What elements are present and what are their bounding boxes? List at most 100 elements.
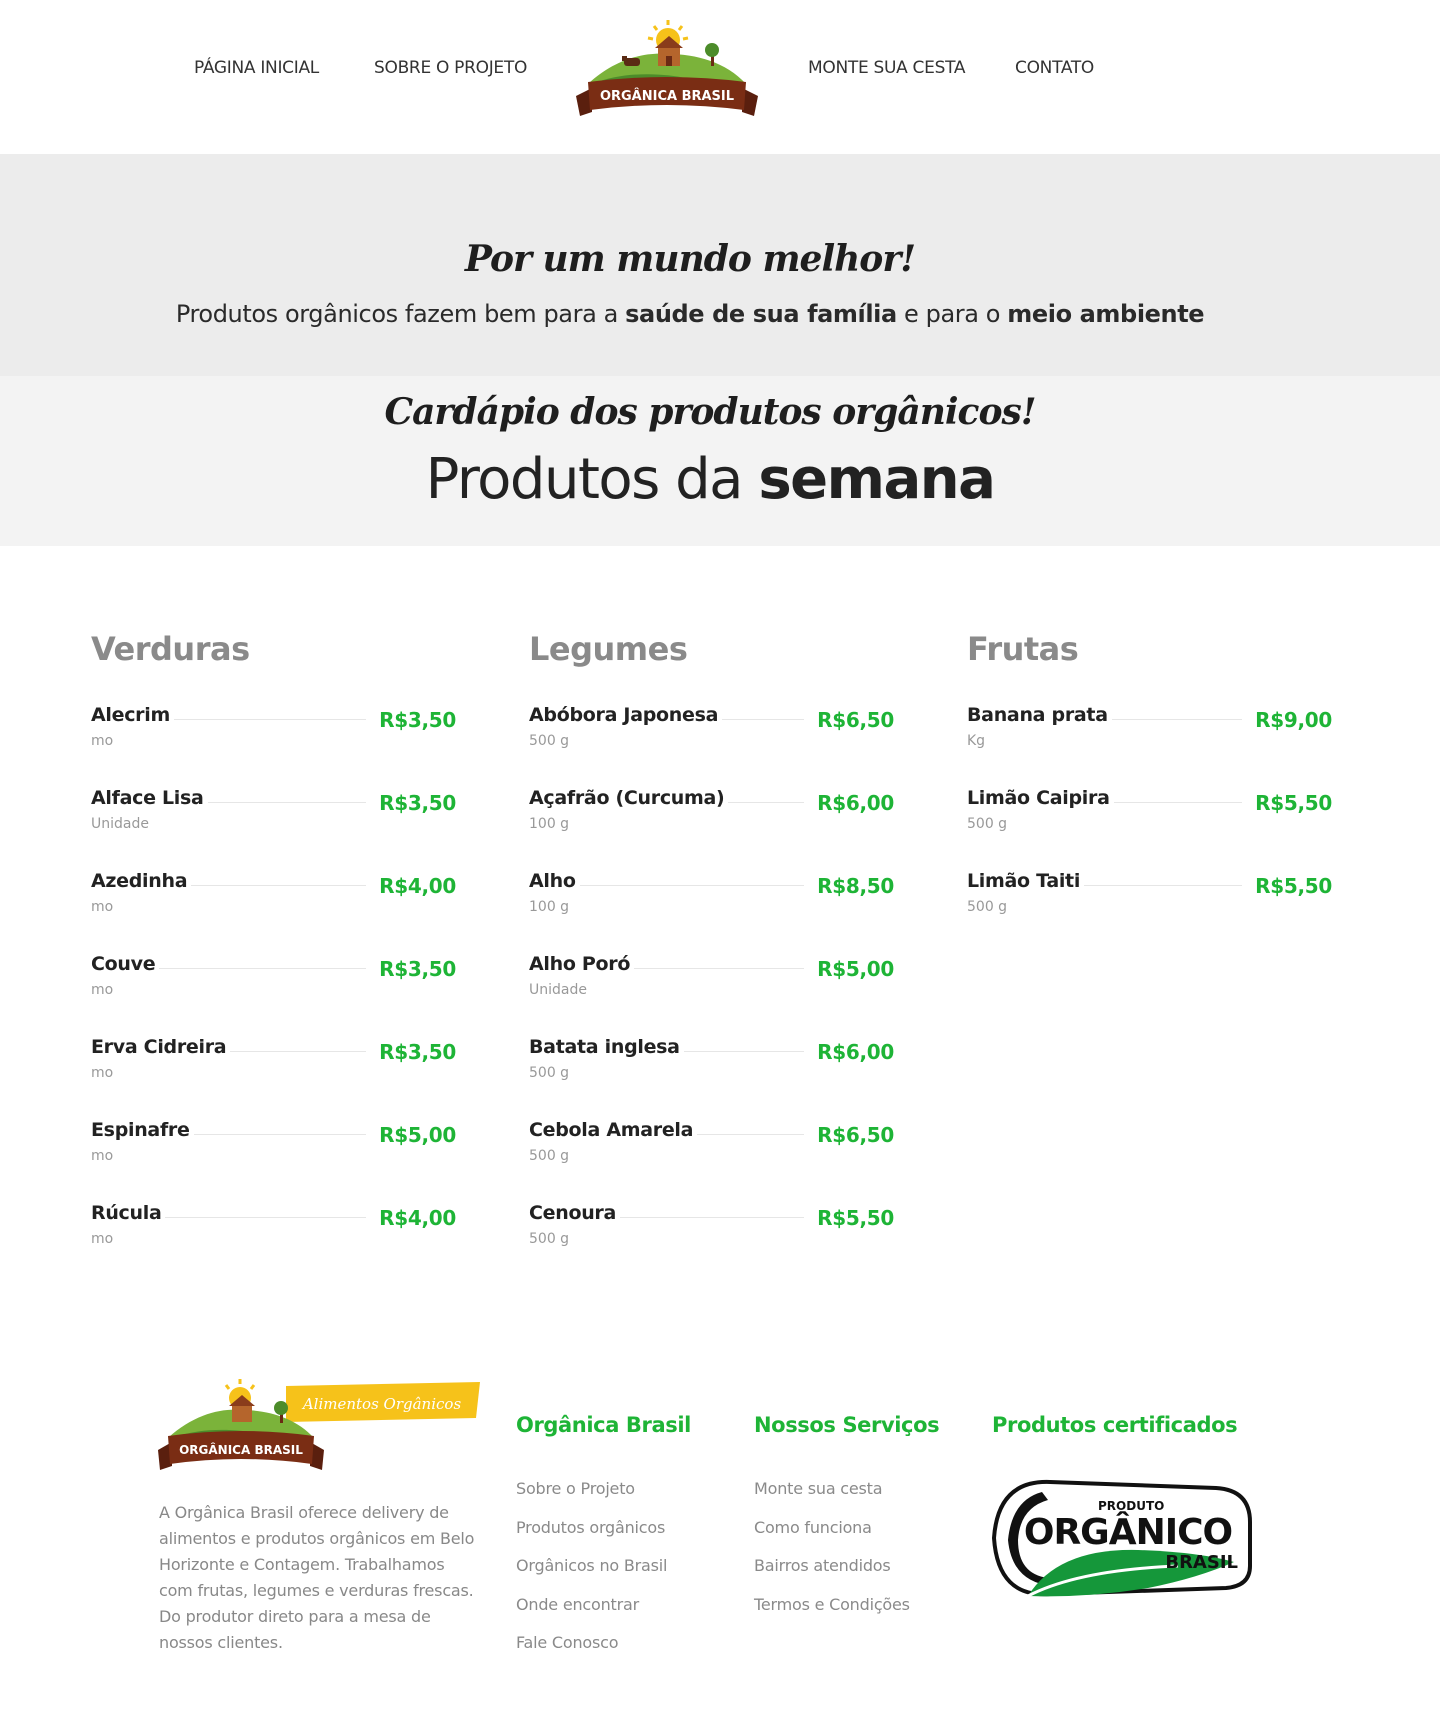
footer-column-title: Orgânica Brasil — [516, 1413, 691, 1437]
hero-subtitle-bold-ambiente: meio ambiente — [1007, 300, 1205, 328]
hero-banner: Por um mundo melhor! Produtos orgânicos … — [0, 154, 1440, 376]
product-price: R$3,50 — [379, 791, 456, 815]
product-price: R$5,50 — [1255, 791, 1332, 815]
menu-script-title: Cardápio dos produtos orgânicos! — [384, 391, 1036, 433]
footer-link-termos[interactable]: Termos e Condições — [754, 1595, 939, 1634]
product-item: Batata inglesa 500 g R$6,00 — [529, 1036, 894, 1119]
product-name: Erva Cidreira — [91, 1036, 231, 1058]
product-name: Alecrim — [91, 704, 174, 726]
product-item: Cenoura 500 g R$5,50 — [529, 1202, 894, 1285]
product-item: Limão Taiti 500 g R$5,50 — [967, 870, 1332, 953]
footer-column-organica: Orgânica Brasil Sobre o Projeto Produtos… — [516, 1413, 691, 1672]
product-unit: mo — [91, 733, 114, 749]
product-unit: 500 g — [967, 816, 1008, 832]
product-name: Batata inglesa — [529, 1036, 684, 1058]
hero-subtitle-text: Produtos orgânicos fazem bem para a — [175, 300, 626, 328]
product-item: Limão Caipira 500 g R$5,50 — [967, 787, 1332, 870]
product-name: Espinafre — [91, 1119, 194, 1141]
nav-sobre-projeto[interactable]: SOBRE O PROJETO — [374, 58, 527, 78]
product-price: R$3,50 — [379, 957, 456, 981]
footer-link-monte-cesta[interactable]: Monte sua cesta — [754, 1479, 939, 1518]
product-item: Cebola Amarela 500 g R$6,50 — [529, 1119, 894, 1202]
product-name: Azedinha — [91, 870, 192, 892]
seal-text-bottom: BRASIL — [1165, 1552, 1238, 1573]
footer-column-servicos: Nossos Serviços Monte sua cesta Como fun… — [754, 1413, 940, 1634]
footer-link-fale-conosco[interactable]: Fale Conosco — [516, 1633, 691, 1672]
footer-logo-tag: Alimentos Orgânicos — [301, 1395, 462, 1413]
product-name: Limão Taiti — [967, 870, 1085, 892]
product-item: Erva Cidreira mo R$3,50 — [91, 1036, 456, 1119]
product-price: R$3,50 — [379, 1040, 456, 1064]
product-unit: 500 g — [529, 1065, 570, 1081]
footer-link-produtos-organicos[interactable]: Produtos orgânicos — [516, 1518, 691, 1557]
product-item: Alecrim mo R$3,50 — [91, 704, 456, 787]
footer-column-title: Nossos Serviços — [754, 1413, 940, 1437]
column-frutas: Frutas Banana prata Kg R$9,00 Limão Caipira 5… — [967, 630, 1332, 953]
product-unit: 500 g — [529, 1231, 570, 1247]
product-item: Banana prata Kg R$9,00 — [967, 704, 1332, 787]
column-verduras: Verduras Alecrim mo R$3,50 Alface Lisa Unidad… — [91, 630, 456, 1285]
product-item: Couve mo R$3,50 — [91, 953, 456, 1036]
product-name: Alho Poró — [529, 953, 635, 975]
product-name: Cebola Amarela — [529, 1119, 698, 1141]
product-unit: Unidade — [91, 816, 149, 832]
product-item: Alho 100 g R$8,50 — [529, 870, 894, 953]
seal-text-main: ORGÂNICO — [1024, 1511, 1232, 1553]
column-title: Legumes — [529, 630, 688, 668]
product-price: R$9,00 — [1255, 708, 1332, 732]
site-logo[interactable]: ORGÂNICA BRASIL — [576, 18, 758, 124]
product-price: R$6,00 — [817, 791, 894, 815]
nav-contato[interactable]: CONTATO — [1015, 58, 1094, 78]
hero-subtitle-bold-saude: saúde de sua família — [625, 300, 897, 328]
footer-logo[interactable]: Alimentos Orgânicos ORGÂNICA BRASIL — [158, 1378, 480, 1474]
footer-link-bairros-atendidos[interactable]: Bairros atendidos — [754, 1556, 939, 1595]
site-header: PÁGINA INICIAL SOBRE O PROJETO MONTE SUA… — [0, 0, 1440, 154]
product-price: R$4,00 — [379, 1206, 456, 1230]
footer-link-onde-encontrar[interactable]: Onde encontrar — [516, 1595, 691, 1634]
product-price: R$8,50 — [817, 874, 894, 898]
footer-link-organicos-brasil[interactable]: Orgânicos no Brasil — [516, 1556, 691, 1595]
footer-link-sobre-projeto[interactable]: Sobre o Projeto — [516, 1479, 691, 1518]
footer-column-title: Produtos certificados — [992, 1413, 1238, 1437]
menu-heading: Cardápio dos produtos orgânicos! Produto… — [0, 376, 1440, 546]
menu-title-normal: Produtos da — [425, 447, 759, 512]
hero-subtitle-text-2: e para o — [896, 300, 1008, 328]
product-price: R$6,00 — [817, 1040, 894, 1064]
product-item: Alho Poró Unidade R$5,00 — [529, 953, 894, 1036]
footer-about-text: A Orgânica Brasil oferece delivery de al… — [159, 1503, 475, 1652]
product-name: Couve — [91, 953, 160, 975]
product-item: Azedinha mo R$4,00 — [91, 870, 456, 953]
product-price: R$6,50 — [817, 708, 894, 732]
product-item: Açafrão (Curcuma) 100 g R$6,00 — [529, 787, 894, 870]
product-price: R$5,00 — [379, 1123, 456, 1147]
footer-link-como-funciona[interactable]: Como funciona — [754, 1518, 939, 1557]
product-item: Rúcula mo R$4,00 — [91, 1202, 456, 1285]
product-price: R$5,50 — [1255, 874, 1332, 898]
product-price: R$4,00 — [379, 874, 456, 898]
hero-subtitle: Produtos orgânicos fazem bem para a saúd… — [0, 300, 1380, 328]
product-unit: 100 g — [529, 816, 570, 832]
logo-text: ORGÂNICA BRASIL — [600, 88, 734, 104]
product-unit: 500 g — [529, 733, 570, 749]
product-name: Abóbora Japonesa — [529, 704, 723, 726]
product-item: Alface Lisa Unidade R$3,50 — [91, 787, 456, 870]
footer-logo-text: ORGÂNICA BRASIL — [179, 1442, 303, 1457]
product-name: Açafrão (Curcuma) — [529, 787, 729, 809]
product-unit: mo — [91, 982, 114, 998]
product-unit: 500 g — [967, 899, 1008, 915]
product-unit: Unidade — [529, 982, 587, 998]
product-name: Alho — [529, 870, 580, 892]
product-price: R$5,00 — [817, 957, 894, 981]
column-title: Frutas — [967, 630, 1079, 668]
column-title: Verduras — [91, 630, 250, 668]
product-name: Rúcula — [91, 1202, 166, 1224]
nav-pagina-inicial[interactable]: PÁGINA INICIAL — [194, 58, 319, 78]
column-legumes: Legumes Abóbora Japonesa 500 g R$6,50 Açafrã… — [529, 630, 894, 1285]
product-name: Limão Caipira — [967, 787, 1114, 809]
product-unit: mo — [91, 1148, 114, 1164]
product-name: Banana prata — [967, 704, 1112, 726]
product-unit: 500 g — [529, 1148, 570, 1164]
nav-monte-cesta[interactable]: MONTE SUA CESTA — [808, 58, 965, 78]
product-name: Alface Lisa — [91, 787, 208, 809]
menu-title-bold: semana — [758, 447, 996, 512]
